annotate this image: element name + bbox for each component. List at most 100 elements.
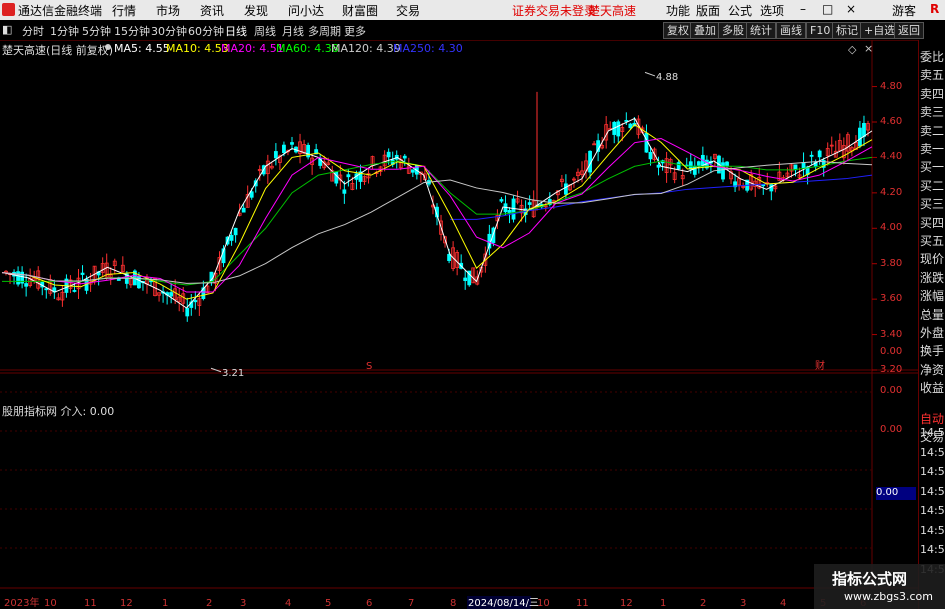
f10-button[interactable]: F10	[806, 22, 835, 39]
indicator-tick-label: 0.00	[880, 385, 903, 396]
candle-body	[233, 227, 238, 236]
period-monthly[interactable]: 月线	[282, 23, 304, 39]
quote-label[interactable]: 买四	[920, 214, 944, 231]
menu-item-hangqing[interactable]: 行情	[112, 2, 136, 19]
menu-item-zixun[interactable]: 资讯	[200, 2, 224, 19]
quote-label[interactable]: 收益	[920, 379, 944, 396]
candle-body	[24, 283, 29, 287]
menu-item-wenxiaoda[interactable]: 问小达	[288, 2, 324, 19]
x-tick-label: 5	[325, 598, 331, 609]
quote-label[interactable]: 买二	[920, 177, 944, 194]
x-tick-label: 11	[576, 598, 589, 609]
back-button[interactable]: 返回	[894, 22, 924, 39]
period-daily[interactable]: 日线	[225, 23, 247, 39]
chart-canvas[interactable]: 2023年 10 11 12 1 2 3 4 5 6 7 8 2024/08/14/三10 11 12 1 2 3…	[0, 40, 918, 609]
close-icon[interactable]: ×	[846, 2, 856, 16]
candle-body	[463, 277, 468, 282]
quote-label[interactable]: 买三	[920, 195, 944, 212]
candle-body	[676, 162, 681, 170]
y-tick-label: 3.20	[880, 364, 903, 375]
candle-body	[80, 272, 85, 275]
quote-label[interactable]: 总量	[920, 306, 944, 323]
minimize-icon[interactable]: –	[800, 2, 806, 16]
candle-body	[386, 151, 391, 158]
quote-label[interactable]: 自动	[920, 410, 944, 427]
event-marker-cai: 财	[815, 359, 825, 372]
menu-item-caifuquan[interactable]: 财富圈	[342, 2, 378, 19]
quote-label[interactable]: 涨幅	[920, 287, 944, 304]
duogu-button[interactable]: 多股	[718, 22, 748, 39]
candle-body	[721, 162, 725, 180]
x-tick-label: 2	[700, 598, 706, 609]
candle-body	[692, 165, 697, 175]
menu-item-jiaoyi[interactable]: 交易	[396, 2, 420, 19]
diejia-button[interactable]: 叠加	[690, 22, 720, 39]
quote-label[interactable]: 委比	[920, 48, 944, 65]
app-logo-icon	[2, 3, 15, 16]
quote-label[interactable]: 净资	[920, 361, 944, 378]
indicator-title: 股朋指标网 介入: 0.00	[2, 405, 115, 418]
period-1min[interactable]: 1分钟	[50, 23, 79, 39]
period-30min[interactable]: 30分钟	[151, 23, 187, 39]
x-tick-label: 11	[84, 598, 97, 609]
period-60min[interactable]: 60分钟	[188, 23, 224, 39]
candle-body	[410, 169, 415, 173]
quote-label[interactable]: 卖一	[920, 140, 944, 157]
collapse-icon[interactable]: ◧	[2, 23, 12, 36]
low-price-label: 3.21	[222, 368, 244, 379]
period-weekly[interactable]: 周线	[254, 23, 276, 39]
menu-item-faxian[interactable]: 发现	[244, 2, 268, 19]
tongji-button[interactable]: 统计	[746, 22, 776, 39]
candle-body	[44, 288, 49, 291]
quote-label[interactable]: 换手	[920, 342, 944, 359]
ma-legend-4: MA120: 4.39	[331, 42, 401, 55]
x-tick-label: 10	[44, 598, 57, 609]
quote-label[interactable]: 涨跌	[920, 269, 944, 286]
y-tick-label: 3.40	[880, 328, 903, 340]
quote-label[interactable]: 卖五	[920, 66, 944, 83]
quote-label[interactable]: 卖二	[920, 122, 944, 139]
indicator-tick-label: 0.00	[880, 346, 903, 357]
quote-label[interactable]: 现价	[920, 250, 944, 267]
watermark-text: 指标公式网	[832, 570, 908, 588]
candle-body	[563, 183, 568, 195]
fuquan-button[interactable]: 复权	[663, 22, 693, 39]
candle-body	[169, 292, 174, 297]
candle-body	[499, 199, 504, 202]
period-15min[interactable]: 15分钟	[114, 23, 150, 39]
menu-item-banmian[interactable]: 版面	[696, 2, 720, 19]
chart-close-icon[interactable]: ×	[864, 42, 873, 55]
r-icon[interactable]: R	[930, 2, 939, 16]
trade-time: 14:5	[920, 445, 945, 459]
settings-diamond-icon[interactable]: ◇	[848, 43, 856, 56]
menu-item-gongshi[interactable]: 公式	[728, 2, 752, 19]
candle-body	[801, 162, 806, 169]
ma-legend-0: MA5: 4.55	[114, 42, 170, 55]
period-fenshi[interactable]: 分时	[22, 23, 44, 39]
indicator-tick-label: 0.00	[880, 424, 903, 435]
y-tick-label: 4.00	[880, 222, 903, 234]
biaoji-button[interactable]: 标记	[832, 22, 862, 39]
period-5min[interactable]: 5分钟	[82, 23, 111, 39]
candle-body	[229, 235, 234, 241]
menu-item-gongneng[interactable]: 功能	[666, 2, 690, 19]
quote-label[interactable]: 买一	[920, 158, 944, 175]
quote-panel: 委比 卖五卖四 卖三卖二 卖一 买一买二 买三买四 买五 现价涨跌 涨幅总量 外盘 换手净资 收益自动…	[918, 40, 945, 609]
login-status[interactable]: 证券交易未登录	[512, 2, 596, 19]
candle-body	[290, 142, 294, 145]
quote-label[interactable]: 卖三	[920, 103, 944, 120]
candle-body	[342, 189, 347, 194]
period-more[interactable]: 更多	[344, 23, 366, 39]
huaxian-button[interactable]: 画线	[776, 22, 806, 39]
menu-item-shichang[interactable]: 市场	[156, 2, 180, 19]
restore-icon[interactable]: □	[822, 2, 833, 16]
period-multi[interactable]: 多周期	[308, 23, 341, 39]
x-tick-label: 10	[537, 598, 550, 609]
quote-label[interactable]: 买五	[920, 232, 944, 249]
candle-body	[16, 271, 20, 285]
menu-item-xuanxiang[interactable]: 选项	[760, 2, 784, 19]
x-tick-label: 4	[285, 598, 291, 609]
quote-label[interactable]: 卖四	[920, 85, 944, 102]
user-label[interactable]: 游客	[892, 2, 916, 19]
quote-label[interactable]: 外盘	[920, 324, 944, 341]
